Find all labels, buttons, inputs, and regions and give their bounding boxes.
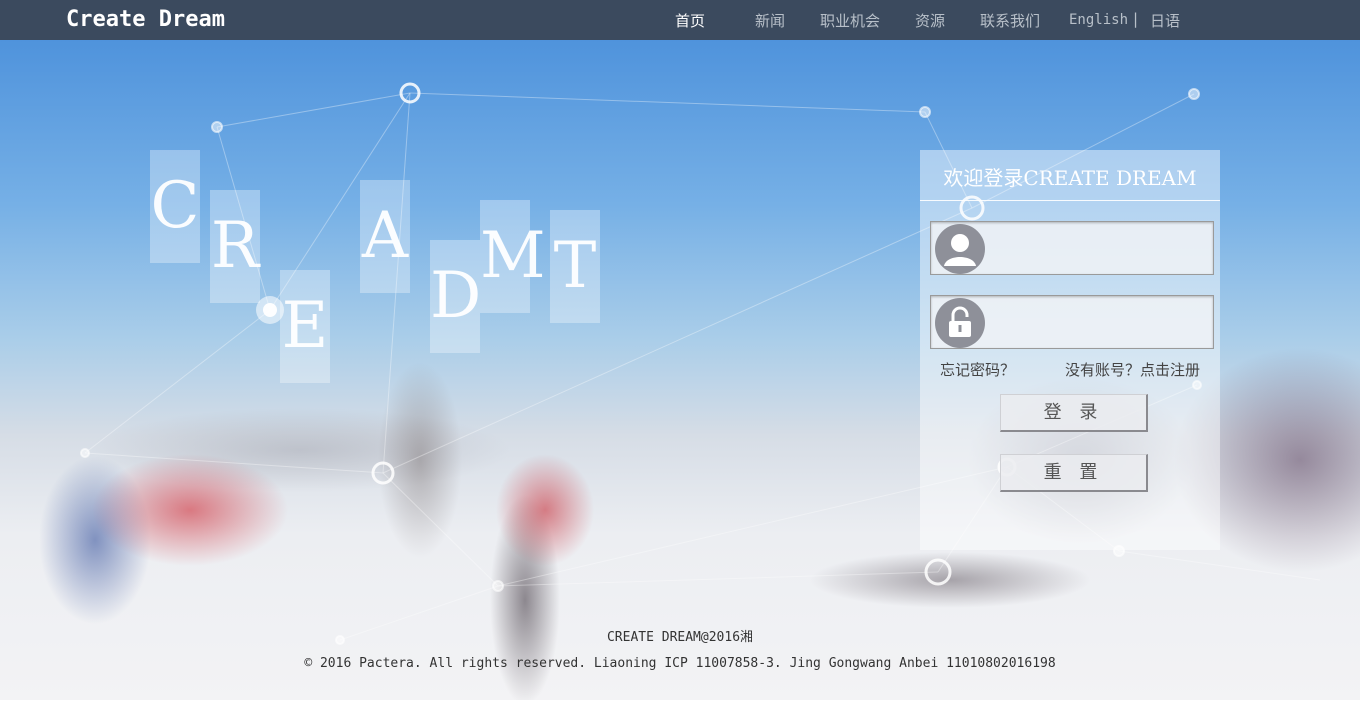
password-field[interactable] [930, 295, 1214, 350]
nav-resources[interactable]: 资源 [915, 10, 945, 31]
letter-tile-c: C [150, 150, 200, 263]
username-field[interactable] [930, 221, 1214, 276]
password-input[interactable] [991, 296, 1211, 350]
footer-copyright-brand: CREATE DREAM@2016湘 [606, 630, 754, 645]
footer-legal: © 2016 Pactera. All rights reserved. Lia… [304, 656, 1056, 671]
footer-strip [0, 700, 1360, 720]
lang-english-link[interactable]: English [1069, 12, 1128, 28]
username-input[interactable] [991, 222, 1211, 276]
letter-tile-m: M [480, 200, 546, 313]
login-divider [920, 200, 1220, 201]
login-panel: 欢迎登录CREATE DREAM 忘记密码？ 没有账号？点击注册 登 录 重 置 [920, 150, 1220, 550]
user-icon [935, 224, 985, 274]
forgot-password-link[interactable]: 忘记密码？ [940, 359, 1015, 380]
login-title: 欢迎登录CREATE DREAM [943, 166, 1197, 190]
register-link[interactable]: 没有账号？点击注册 [1065, 359, 1200, 380]
nav-home[interactable]: 首页 [675, 10, 705, 31]
login-button[interactable]: 登 录 [1000, 394, 1148, 432]
lang-separator: | [1133, 10, 1139, 28]
brand-logo-text[interactable]: Create Dream [66, 7, 225, 32]
lang-japanese-link[interactable]: 日语 [1150, 10, 1180, 31]
top-nav-bar: Create Dream 首页 新闻 职业机会 资源 联系我们 English … [0, 0, 1360, 40]
nav-careers[interactable]: 职业机会 [820, 10, 880, 31]
reset-button[interactable]: 重 置 [1000, 454, 1148, 492]
nav-news[interactable]: 新闻 [755, 10, 785, 31]
letter-tile-e: E [280, 270, 330, 383]
letter-tile-t: T [550, 210, 600, 323]
nav-contact[interactable]: 联系我们 [980, 10, 1040, 31]
letter-tile-d: D [430, 240, 481, 353]
letter-tile-a: A [360, 180, 410, 293]
letter-tile-r: R [210, 190, 260, 303]
unlock-icon [935, 298, 985, 348]
